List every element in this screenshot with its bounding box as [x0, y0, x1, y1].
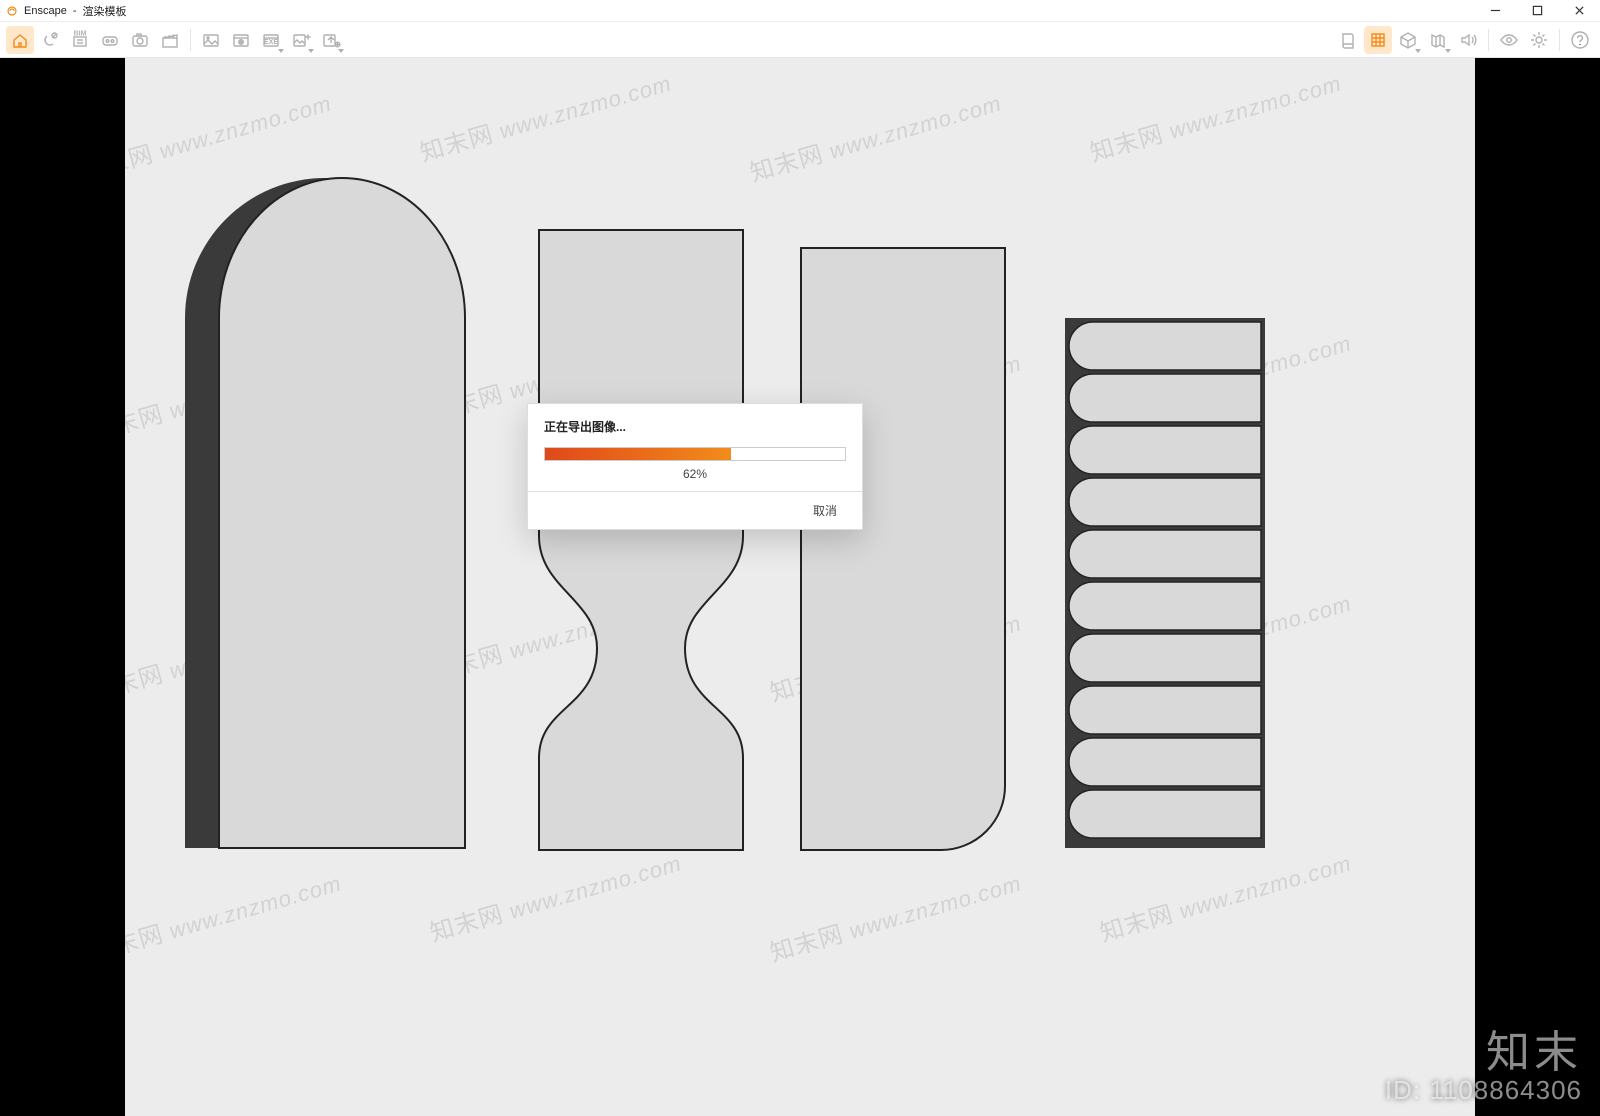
minimize-button[interactable] [1478, 1, 1512, 21]
vr-button[interactable] [96, 26, 124, 54]
dropdown-caret-icon [338, 49, 344, 53]
scallop-row [1069, 738, 1261, 786]
main-area: 知末网 www.znzmo.com 知末网 www.znzmo.com 知末网 … [0, 58, 1600, 1116]
titlebar: Enscape - 渲染模板 [0, 0, 1600, 22]
bim-manage-button[interactable] [66, 26, 94, 54]
toolbar [0, 22, 1600, 58]
export-image-button[interactable] [287, 26, 315, 54]
scallop-row [1069, 478, 1261, 526]
scallop-row [1069, 322, 1261, 370]
compass-icon [40, 30, 60, 50]
shape-rounded-rect [801, 248, 1005, 850]
img-export-icon [291, 30, 311, 50]
scallop-row [1069, 426, 1261, 474]
scallop-row [1069, 686, 1261, 734]
export-progress-dialog: 正在导出图像... 62% 取消 [527, 403, 863, 530]
map-mode-button[interactable] [1424, 26, 1452, 54]
toolbar-separator [1488, 29, 1489, 51]
app-name: Enscape [24, 5, 67, 17]
eye-icon [1499, 30, 1519, 50]
web-standalone-button[interactable] [227, 26, 255, 54]
export-add-icon [321, 30, 341, 50]
document-title: 渲染模板 [82, 3, 126, 19]
exe-icon [261, 30, 281, 50]
toolbar-left-group [6, 26, 345, 54]
help-icon [1570, 30, 1590, 50]
toolbar-separator [190, 29, 191, 51]
site-context-button[interactable] [1364, 26, 1392, 54]
scallop-row [1069, 530, 1261, 578]
pano-icon [201, 30, 221, 50]
screenshot-button[interactable] [126, 26, 154, 54]
exe-standalone-button[interactable] [257, 26, 285, 54]
shapes-canvas [125, 58, 1475, 1116]
visual-presets-button[interactable] [1495, 26, 1523, 54]
sound-button[interactable] [1454, 26, 1482, 54]
speaker-icon [1458, 30, 1478, 50]
camera-icon [130, 30, 150, 50]
video-button[interactable] [156, 26, 184, 54]
progress-bar [544, 447, 846, 461]
scallop-row [1069, 634, 1261, 682]
scallop-row [1069, 790, 1261, 838]
shape-vase [539, 230, 743, 850]
dropdown-caret-icon [1445, 49, 1451, 53]
cancel-button[interactable]: 取消 [802, 502, 848, 519]
help-button[interactable] [1566, 26, 1594, 54]
bim-icon [70, 30, 90, 50]
vr-goggles-icon [100, 30, 120, 50]
gear-icon [1529, 30, 1549, 50]
panorama-button[interactable] [197, 26, 225, 54]
scallop-row [1069, 374, 1261, 422]
toolbar-right-group [1334, 26, 1594, 54]
orthographic-button[interactable] [1394, 26, 1422, 54]
clapboard-icon [160, 30, 180, 50]
home-icon [10, 30, 30, 50]
asset-library-button[interactable] [1334, 26, 1362, 54]
dropdown-caret-icon [1415, 49, 1421, 53]
scallop-row [1069, 582, 1261, 630]
settings-button[interactable] [1525, 26, 1553, 54]
toolbar-separator [1559, 29, 1560, 51]
progress-bar-fill [545, 448, 731, 460]
export-more-button[interactable] [317, 26, 345, 54]
walk-mode-button[interactable] [6, 26, 34, 54]
title-separator: - [73, 5, 77, 17]
titlebar-left: Enscape - 渲染模板 [6, 3, 126, 19]
close-button[interactable] [1562, 1, 1596, 21]
maximize-button[interactable] [1520, 1, 1554, 21]
book-icon [1338, 30, 1358, 50]
dialog-title: 正在导出图像... [544, 418, 846, 435]
dropdown-caret-icon [308, 49, 314, 53]
render-viewport[interactable]: 知末网 www.znzmo.com 知末网 www.znzmo.com 知末网 … [125, 58, 1475, 1116]
grid-icon [1368, 30, 1388, 50]
window-controls [1478, 1, 1596, 21]
cube-icon [1398, 30, 1418, 50]
map-icon [1428, 30, 1448, 50]
shape-scallop-stack [1065, 318, 1265, 848]
shape-arch [185, 178, 465, 848]
dropdown-caret-icon [278, 49, 284, 53]
progress-percent-label: 62% [544, 467, 846, 481]
enscape-logo-icon [6, 5, 18, 17]
web-icon [231, 30, 251, 50]
orbit-mode-button[interactable] [36, 26, 64, 54]
